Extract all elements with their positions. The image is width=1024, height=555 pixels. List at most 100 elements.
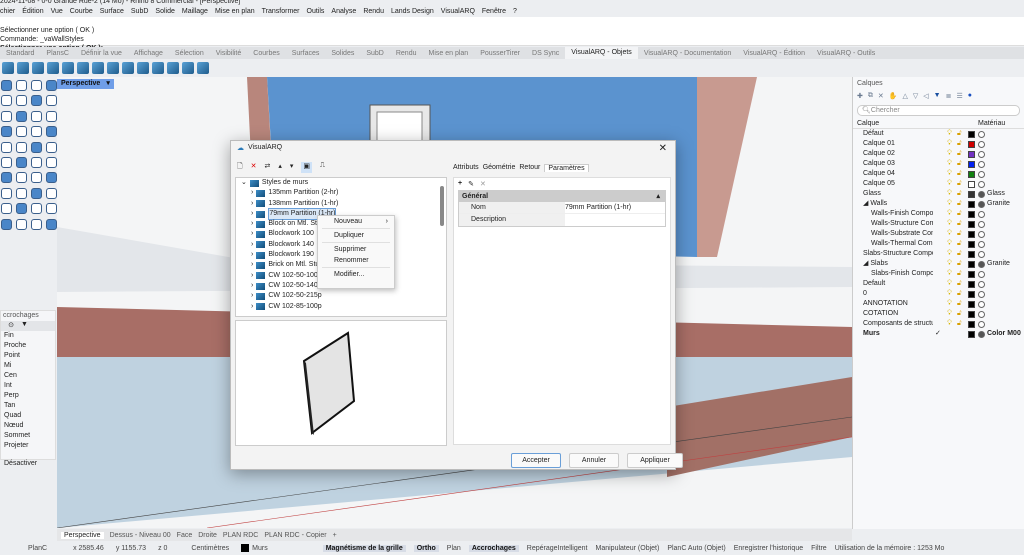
status-toggle[interactable]: Plan [447,545,461,552]
tool-icon[interactable] [16,141,27,153]
menu-item[interactable]: Maillage [182,8,208,15]
tool-icon[interactable] [31,172,42,184]
tool-icon[interactable] [16,156,27,168]
snap-item[interactable]: Fin [1,331,55,341]
plane-label[interactable]: PlanC [28,545,47,552]
lock-icon[interactable]: 🔓︎ [957,289,962,299]
left-icon[interactable]: ◁ [923,92,928,100]
move-down-icon[interactable]: ▾ [290,162,294,173]
lightbulb-icon[interactable]: 💡︎ [947,169,952,179]
accept-button[interactable]: Accepter [511,453,561,468]
lightbulb-icon[interactable]: 💡︎ [947,269,952,279]
material-icon[interactable] [978,290,985,298]
lock-icon[interactable]: 🔓︎ [957,239,962,249]
vaobject-tool-icon[interactable] [47,61,59,74]
filter-icon[interactable]: ▼ [934,92,941,100]
layer-color-swatch[interactable] [968,300,975,308]
cancel-button[interactable]: Annuler [569,453,619,468]
layer-color-swatch[interactable] [968,280,975,288]
tree-item[interactable]: › 135mm Partition (2-hr) [236,188,446,198]
menu-item-dupliquer[interactable]: Dupliquer [318,230,394,241]
layer-color-swatch[interactable] [968,330,975,338]
snap-item[interactable]: Nœud [1,421,55,431]
lightbulb-icon[interactable]: 💡︎ [947,189,952,199]
layer-color-swatch[interactable] [968,200,975,208]
toolbar-tab[interactable]: Mise en plan [423,50,475,57]
tool-icon[interactable] [1,187,12,199]
tool-icon[interactable] [46,110,57,122]
lightbulb-icon[interactable]: 💡︎ [947,139,952,149]
status-toggle[interactable]: Ortho [413,544,439,552]
toolbar-tab[interactable]: PousserTirer [474,50,526,57]
layer-row[interactable]: Walls-Substrate Com 💡︎ 🔓︎ [853,229,1024,239]
viewport-tab[interactable]: Droite [198,532,217,539]
menu-item[interactable]: Édition [22,8,43,15]
tool-icon[interactable] [31,95,42,107]
lightbulb-icon[interactable]: 💡︎ [947,299,952,309]
tool-icon[interactable] [31,80,42,91]
toolbar-tab[interactable]: Rendu [390,50,423,57]
layer-row[interactable]: ANNOTATION 💡︎ 🔓︎ [853,299,1024,309]
lightbulb-icon[interactable]: 💡︎ [947,179,952,189]
layer-row[interactable]: Composants de structur 💡︎ 🔓︎ [853,319,1024,329]
layer-row[interactable]: Slabs-Finish Compor 💡︎ 🔓︎ [853,269,1024,279]
layer-row[interactable]: 0 💡︎ 🔓︎ [853,289,1024,299]
lock-icon[interactable]: 🔓︎ [957,259,962,269]
layer-row[interactable]: Glass 💡︎ 🔓︎ Glass [853,189,1024,199]
tool-icon[interactable] [31,141,42,153]
chevron-right-icon[interactable]: › [251,302,253,312]
toolbar-tab[interactable]: VisualARQ - Objets [565,47,638,59]
viewport-tab[interactable]: Face [177,532,193,539]
material-icon[interactable] [978,320,985,328]
material-icon[interactable] [978,270,985,278]
layer-row[interactable]: Calque 02 💡︎ 🔓︎ [853,149,1024,159]
vaobject-tool-icon[interactable] [32,61,44,74]
layer-color-swatch[interactable] [968,240,975,248]
layer-color-swatch[interactable] [968,270,975,278]
new-sublayer-icon[interactable]: ⧉ [868,92,873,100]
toolbar-tab[interactable]: VisualARQ - Édition [737,50,811,57]
lightbulb-icon[interactable]: 💡︎ [947,239,952,249]
snap-item[interactable]: Perp [1,391,55,401]
snap-item[interactable]: Projeter [1,441,55,451]
lock-icon[interactable]: 🔓︎ [957,139,962,149]
layer-color-swatch[interactable] [968,170,975,178]
prop-name-value[interactable]: 79mm Partition (1-hr) [565,202,631,213]
layer-row[interactable]: COTATION 💡︎ 🔓︎ [853,309,1024,319]
move-up-icon[interactable]: ▴ [278,162,282,173]
layer-color-swatch[interactable] [968,150,975,158]
lightbulb-icon[interactable]: 💡︎ [947,279,952,289]
layer-color-swatch[interactable] [968,310,975,318]
tool-icon[interactable] [31,156,42,168]
lightbulb-icon[interactable]: 💡︎ [947,129,952,139]
layer-row[interactable]: ◢ Slabs 💡︎ 🔓︎ Granite [853,259,1024,269]
menu-item-supprimer[interactable]: Supprimer [318,244,394,255]
material-icon[interactable] [978,130,985,138]
snap-disable[interactable]: Désactiver [1,459,55,469]
tool-icon[interactable] [31,187,42,199]
chevron-right-icon[interactable]: › [251,219,253,229]
list-icon[interactable]: ≣ [946,92,952,100]
current-layer[interactable]: Murs [252,545,268,552]
toolbar-tab[interactable]: SubD [360,50,390,57]
tool-icon[interactable] [46,141,57,153]
material-icon[interactable] [978,190,985,198]
vaobject-tool-icon[interactable] [77,61,89,74]
menu-item[interactable]: Surface [100,8,124,15]
lightbulb-icon[interactable]: 💡︎ [947,229,952,239]
toolbar-tab[interactable]: Sélection [169,50,210,57]
menu-item[interactable]: SubD [131,8,149,15]
tree-root[interactable]: ⌄ Styles de murs [236,178,446,188]
menu-item[interactable]: Mise en plan [215,8,255,15]
new-layer-icon[interactable]: ✚ [857,92,863,100]
lock-icon[interactable]: 🔓︎ [957,249,962,259]
tool-icon[interactable] [46,156,57,168]
menu-item-nouveau[interactable]: Nouveau › [318,216,394,227]
toolbar-tab[interactable]: Courbes [247,50,285,57]
material-icon[interactable] [978,230,985,238]
chevron-right-icon[interactable]: › [251,291,253,301]
snap-item[interactable]: Tan [1,401,55,411]
dialog-tab[interactable]: Paramètres [544,164,589,172]
status-toggle[interactable]: RepérageIntelligent [527,545,588,552]
layer-color-swatch[interactable] [968,250,975,258]
